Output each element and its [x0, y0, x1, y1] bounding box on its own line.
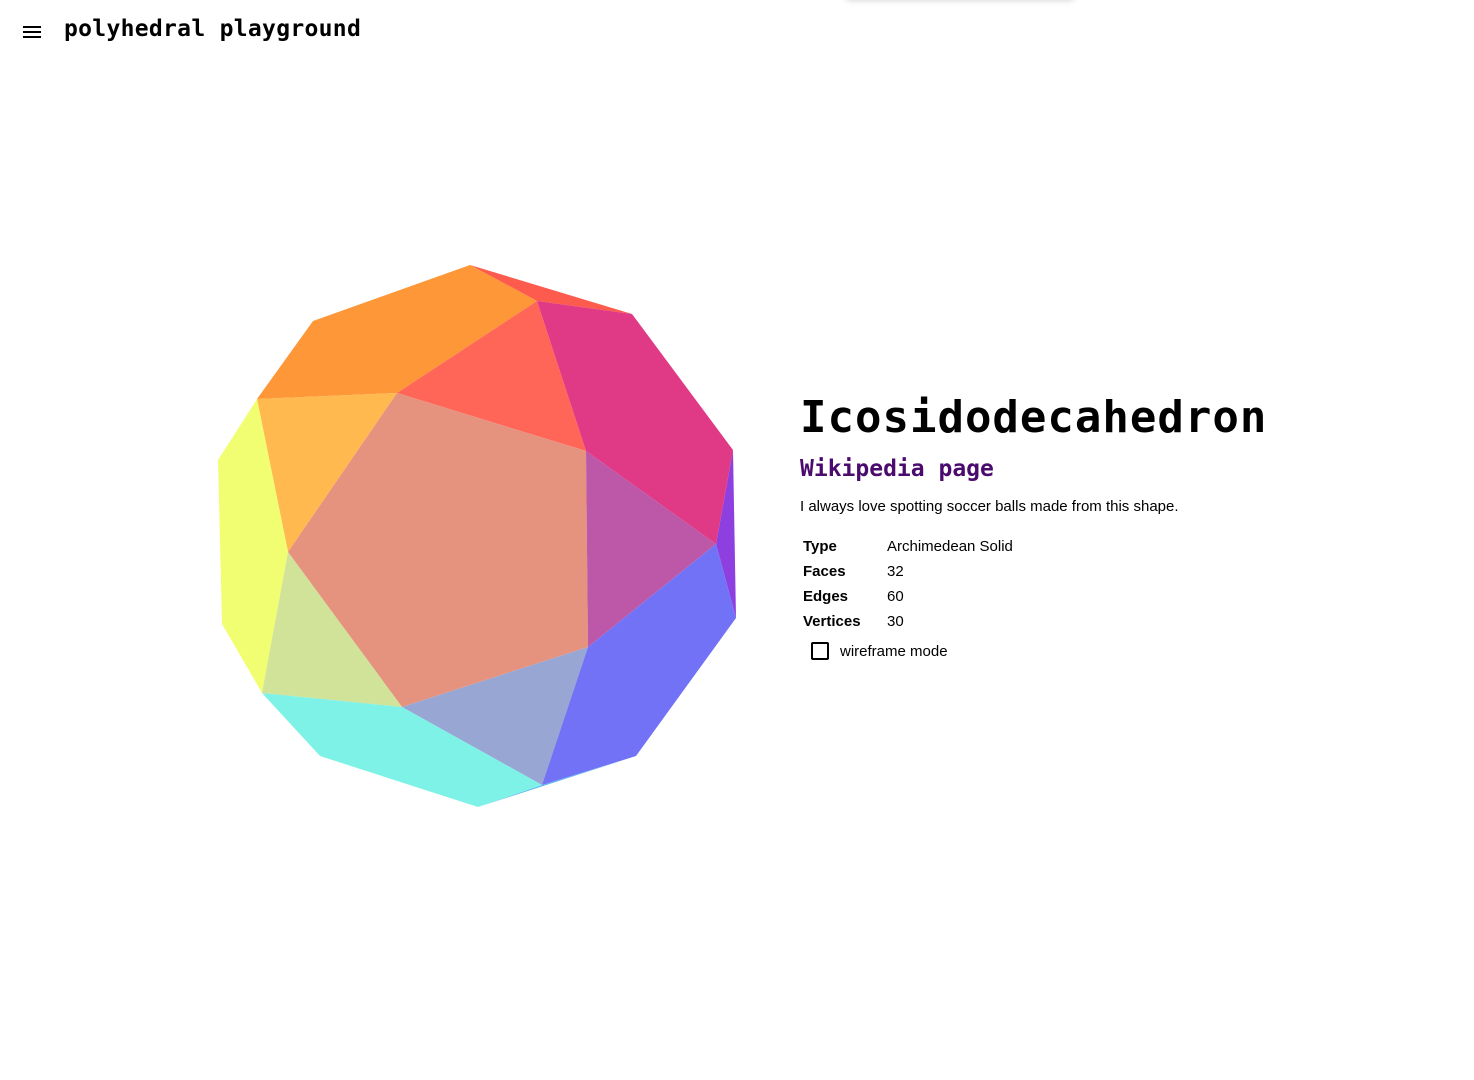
- shape-description: I always love spotting soccer balls made…: [800, 498, 1179, 515]
- shape-info-panel: Icosidodecahedron Wikipedia page I alway…: [800, 388, 1440, 660]
- property-key: Vertices: [803, 613, 861, 630]
- property-value: 60: [887, 588, 904, 605]
- property-row-edges: Edges 60: [800, 584, 1016, 609]
- wikipedia-link[interactable]: Wikipedia page: [800, 456, 994, 482]
- property-row-vertices: Vertices 30: [800, 609, 1016, 634]
- wireframe-label: wireframe mode: [840, 642, 948, 660]
- property-value: 30: [887, 613, 904, 630]
- hamburger-menu-icon[interactable]: [20, 22, 44, 42]
- polyhedron-viewer[interactable]: [200, 250, 760, 830]
- app-title: polyhedral playground: [64, 16, 362, 42]
- shape-name-heading: Icosidodecahedron: [800, 392, 1268, 443]
- wireframe-toggle[interactable]: wireframe mode: [811, 642, 1440, 660]
- property-value: Archimedean Solid: [887, 538, 1013, 555]
- wireframe-checkbox[interactable]: [811, 642, 829, 660]
- properties-table: Type Archimedean Solid Faces 32 Edges 60…: [800, 534, 1016, 634]
- property-key: Type: [803, 538, 837, 555]
- polyhedron-canvas[interactable]: [200, 250, 760, 830]
- top-bar: polyhedral playground: [0, 0, 1474, 64]
- property-key: Faces: [803, 563, 846, 580]
- property-key: Edges: [803, 588, 849, 605]
- property-row-faces: Faces 32: [800, 559, 1016, 584]
- property-value: 32: [887, 563, 904, 580]
- property-row-type: Type Archimedean Solid: [800, 534, 1016, 559]
